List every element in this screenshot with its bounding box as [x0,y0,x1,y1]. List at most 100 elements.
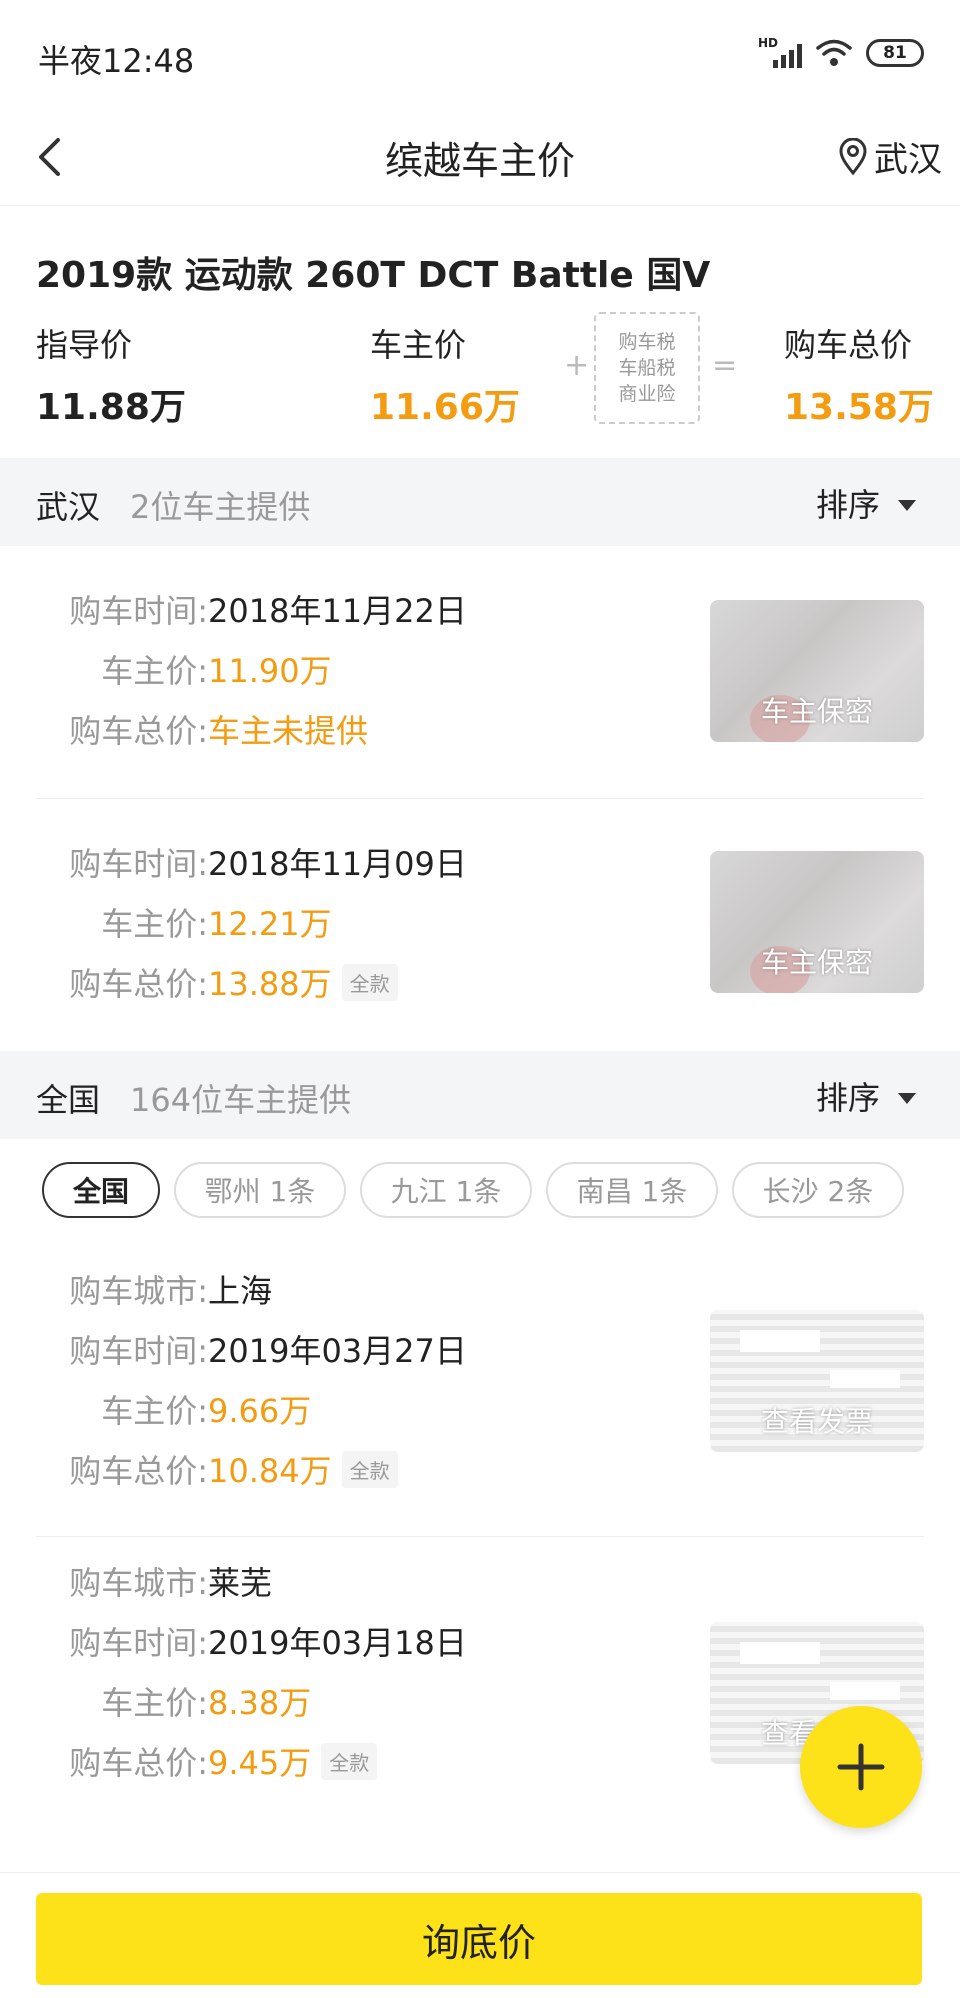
status-time: 半夜12:48 [38,42,195,80]
wifi-icon [816,39,852,66]
location-label: 武汉 [874,140,942,180]
guide-price-label: 指导价 [36,326,133,364]
ask-lowest-price-button[interactable]: 询底价 [36,1893,922,1985]
thumbnail-caption: 车主保密 [760,695,873,728]
chip-ezhou[interactable]: 鄂州 1条 [174,1162,346,1218]
location-selector[interactable]: 武汉 [836,132,942,181]
status-bar: 半夜12:48 HD 81 [0,0,960,110]
record-price: 8.38万 [208,1684,312,1722]
record-price: 9.66万 [208,1392,312,1430]
receipt-thumbnail[interactable]: 车主保密 [710,600,924,742]
record-row: 购车总价: 10.84万 全款 [36,1446,398,1492]
section-city: 全国 [36,1081,101,1119]
payment-tag: 全款 [341,963,398,1001]
record-key: 购车时间: [69,1332,208,1370]
city-filter-chips: 全国 鄂州 1条 九江 1条 南昌 1条 长沙 2条 [42,1162,904,1218]
chip-nanchang[interactable]: 南昌 1条 [546,1162,718,1218]
sort-label: 排序 [815,1079,880,1117]
battery-icon: 81 [866,39,924,67]
record-key: 购车城市: [69,1564,208,1602]
thumbnail-caption: 车主保密 [760,946,873,979]
record-price: 12.21万 [208,905,332,943]
local-section-header: 武汉 2位车主提供 排序 [0,458,960,546]
record-row: 购车总价: 车主未提供 [36,706,368,752]
record-time: 2019年03月18日 [208,1624,467,1662]
plus-sign: + [564,348,590,383]
price-record[interactable]: 购车城市: 上海 购车时间: 2019年03月27日 车主价: 9.66万 购车… [36,1246,924,1536]
car-summary: 2019款 运动款 260T DCT Battle 国V 指导价 11.88万 … [0,206,960,458]
tax-item: 车船税 [618,357,676,379]
status-icons: HD 81 [758,36,924,68]
payment-tag: 全款 [341,1450,398,1488]
guide-price-value: 11.88万 [36,387,186,428]
owner-price-value: 11.66万 [370,387,520,428]
record-key: 购车总价: [69,965,208,1003]
record-key: 车主价: [101,652,208,690]
record-key: 购车时间: [69,592,208,630]
owner-price-label: 车主价 [370,326,467,364]
total-price-value: 13.58万 [784,387,934,428]
record-row: 购车城市: 上海 [36,1266,272,1312]
record-row: 车主价: 11.90万 [36,646,332,692]
tax-item: 商业险 [618,383,676,405]
record-key: 购车城市: [69,1272,208,1310]
caret-down-icon [898,1092,916,1104]
record-key: 车主价: [101,905,208,943]
record-price: 11.90万 [208,652,332,690]
owner-price-block: 车主价 11.66万 [370,320,520,430]
section-count: 2位车主提供 [130,488,311,526]
record-row: 车主价: 12.21万 [36,899,332,945]
record-key: 购车总价: [69,1744,208,1782]
total-price-label: 购车总价 [784,326,913,364]
price-record[interactable]: 购车时间: 2018年11月22日 车主价: 11.90万 购车总价: 车主未提… [36,546,924,798]
record-key: 购车总价: [69,1452,208,1490]
record-key: 购车总价: [69,712,208,750]
receipt-thumbnail[interactable]: 车主保密 [710,851,924,993]
record-key: 购车时间: [69,845,208,883]
bottom-bar: 询底价 [0,1872,960,1998]
equals-sign: = [712,348,738,383]
plus-icon [837,1743,885,1791]
record-key: 车主价: [101,1392,208,1430]
record-total: 9.45万 [208,1744,312,1782]
divider [36,1536,924,1537]
record-row: 购车总价: 9.45万 全款 [36,1738,378,1784]
record-row: 购车城市: 莱芜 [36,1558,272,1604]
record-time: 2019年03月27日 [208,1332,467,1370]
national-section-header: 全国 164位车主提供 排序 [0,1051,960,1139]
tax-items-box: 购车税 车船税 商业险 [594,312,700,424]
price-record[interactable]: 购车城市: 莱芜 购车时间: 2019年03月18日 车主价: 8.38万 购车… [36,1538,924,1848]
record-key: 车主价: [101,1684,208,1722]
record-time: 2018年11月09日 [208,845,467,883]
thumbnail-caption: 查看发票 [760,1405,873,1438]
chip-changsha[interactable]: 长沙 2条 [732,1162,904,1218]
record-row: 车主价: 9.66万 [36,1386,311,1432]
caret-down-icon [898,499,916,511]
sort-button[interactable]: 排序 [816,1073,916,1119]
section-count: 164位车主提供 [130,1081,352,1119]
battery-level: 81 [883,43,907,63]
record-total: 10.84万 [208,1452,332,1490]
record-key: 购车时间: [69,1624,208,1662]
add-price-button[interactable] [800,1706,922,1828]
car-model-title: 2019款 运动款 260T DCT Battle 国V [36,255,711,296]
record-total: 车主未提供 [208,712,369,750]
record-row: 购车时间: 2019年03月18日 [36,1618,467,1664]
chip-jiujiang[interactable]: 九江 1条 [360,1162,532,1218]
sort-button[interactable]: 排序 [816,480,916,526]
record-city: 上海 [208,1272,273,1310]
invoice-thumbnail[interactable]: 查看发票 [710,1310,924,1452]
record-city: 莱芜 [208,1564,273,1602]
nav-bar: 缤越车主价 武汉 [0,110,960,206]
record-time: 2018年11月22日 [208,592,467,630]
record-row: 购车时间: 2018年11月22日 [36,586,467,632]
cellular-signal-icon: HD [758,36,802,68]
section-city: 武汉 [36,488,101,526]
price-record[interactable]: 购车时间: 2018年11月09日 车主价: 12.21万 购车总价: 13.8… [36,799,924,1051]
page-title: 缤越车主价 [384,139,575,183]
location-pin-icon [839,137,867,175]
chip-nationwide[interactable]: 全国 [42,1162,160,1218]
sort-label: 排序 [815,486,880,524]
total-price-block: 购车总价 13.58万 [784,320,934,430]
record-row: 购车时间: 2019年03月27日 [36,1326,467,1372]
